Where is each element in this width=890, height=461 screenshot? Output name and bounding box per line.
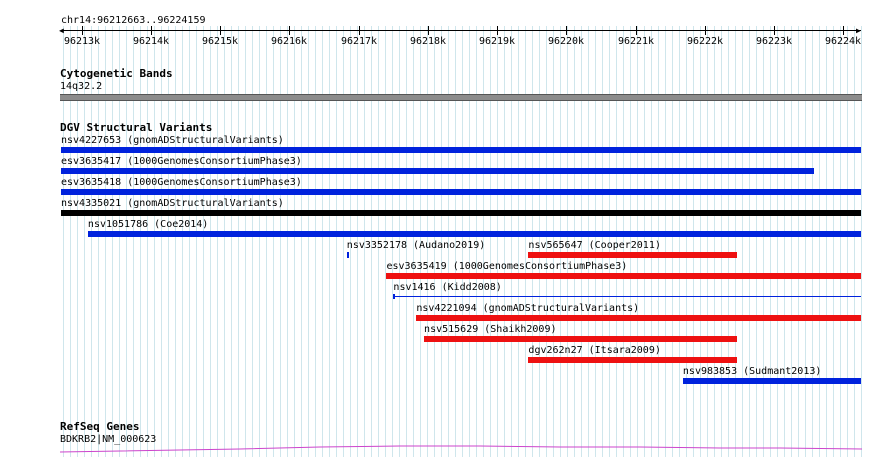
genome-browser-view: chr14:96212663..96224159 ◀ ▶ 96213k 96214… [0,0,890,461]
gene-model[interactable] [0,0,890,461]
